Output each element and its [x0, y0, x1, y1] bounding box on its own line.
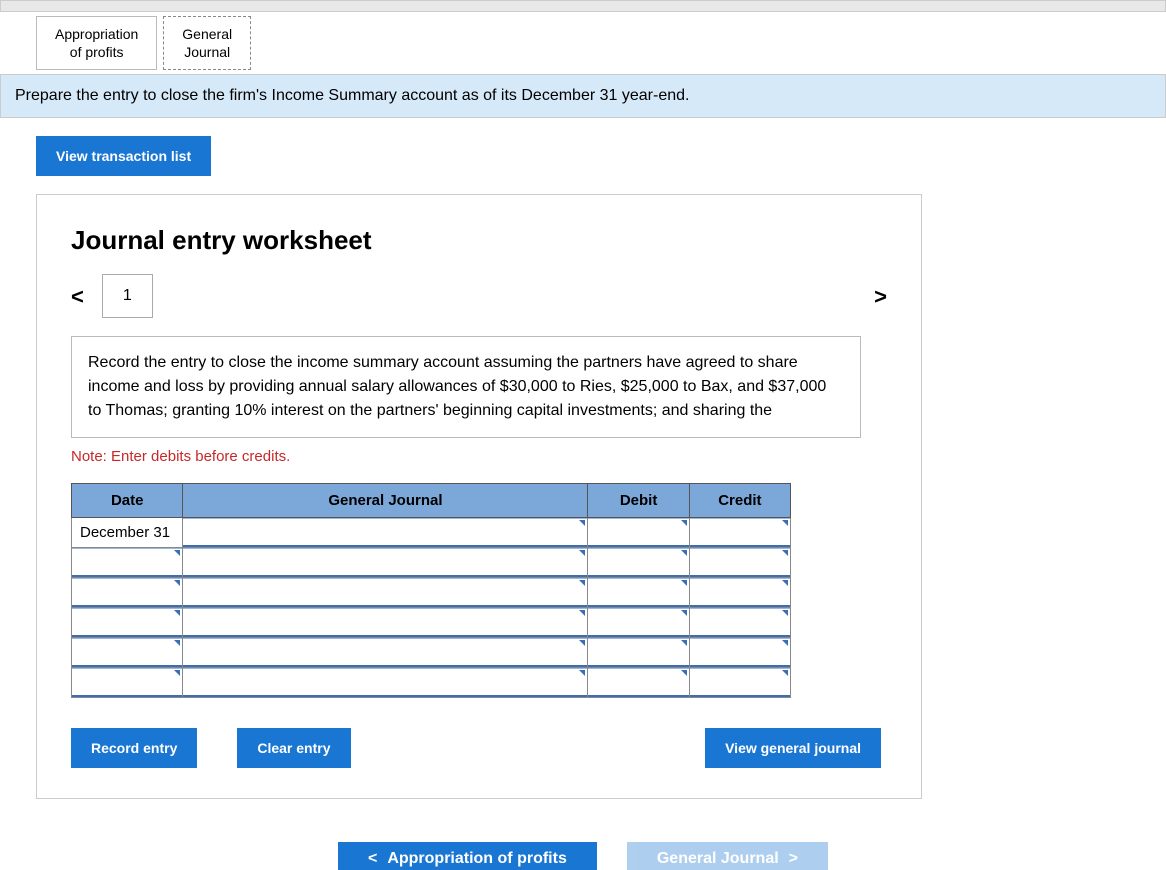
- top-bar: [0, 0, 1166, 12]
- tab-general-journal[interactable]: General Journal: [163, 16, 251, 70]
- cell-debit[interactable]: [588, 578, 689, 608]
- cell-debit[interactable]: [588, 638, 689, 668]
- bottom-next-button[interactable]: General Journal >: [627, 842, 828, 870]
- cell-debit[interactable]: [588, 548, 689, 578]
- header-credit: Credit: [689, 484, 790, 518]
- table-row: [72, 668, 791, 698]
- bottom-next-label: General Journal: [657, 850, 779, 868]
- worksheet-prompt: Record the entry to close the income sum…: [71, 336, 861, 438]
- cell-debit[interactable]: [588, 518, 689, 548]
- worksheet-note: Note: Enter debits before credits.: [71, 448, 887, 465]
- cell-general-journal[interactable]: [183, 518, 588, 548]
- cell-credit[interactable]: [689, 578, 790, 608]
- cell-credit[interactable]: [689, 608, 790, 638]
- cell-date[interactable]: [72, 638, 183, 668]
- view-general-journal-button[interactable]: View general journal: [705, 728, 881, 768]
- next-step-icon[interactable]: >: [874, 274, 887, 310]
- prev-step-icon[interactable]: <: [71, 274, 84, 310]
- header-debit: Debit: [588, 484, 689, 518]
- worksheet-title: Journal entry worksheet: [71, 225, 887, 256]
- bottom-prev-label: Appropriation of profits: [387, 850, 567, 868]
- bottom-prev-button[interactable]: < Appropriation of profits: [338, 842, 597, 870]
- cell-general-journal[interactable]: [183, 668, 588, 698]
- bottom-nav: < Appropriation of profits General Journ…: [0, 842, 1166, 870]
- cell-general-journal[interactable]: [183, 548, 588, 578]
- table-row: [72, 608, 791, 638]
- cell-debit[interactable]: [588, 668, 689, 698]
- cell-general-journal[interactable]: [183, 578, 588, 608]
- cell-date[interactable]: [72, 608, 183, 638]
- cell-date[interactable]: [72, 548, 183, 578]
- chevron-right-icon: >: [789, 850, 798, 868]
- view-transaction-list-button[interactable]: View transaction list: [36, 136, 211, 176]
- cell-credit[interactable]: [689, 548, 790, 578]
- cell-general-journal[interactable]: [183, 608, 588, 638]
- instruction-bar: Prepare the entry to close the firm's In…: [0, 74, 1166, 118]
- table-row: [72, 548, 791, 578]
- tabs-row: Appropriation of profits General Journal: [36, 16, 1166, 70]
- tab-appropriation[interactable]: Appropriation of profits: [36, 16, 157, 70]
- chevron-left-icon: <: [368, 850, 377, 868]
- clear-entry-button[interactable]: Clear entry: [237, 728, 350, 768]
- cell-general-journal[interactable]: [183, 638, 588, 668]
- record-entry-button[interactable]: Record entry: [71, 728, 197, 768]
- cell-debit[interactable]: [588, 608, 689, 638]
- journal-table: Date General Journal Debit Credit Decemb…: [71, 483, 791, 698]
- action-row: Record entry Clear entry View general jo…: [71, 728, 881, 768]
- worksheet-card: Journal entry worksheet < 1 > Record the…: [36, 194, 922, 799]
- cell-credit[interactable]: [689, 638, 790, 668]
- table-row: [72, 638, 791, 668]
- step-indicator[interactable]: 1: [102, 274, 153, 318]
- header-general-journal: General Journal: [183, 484, 588, 518]
- cell-date: December 31: [72, 518, 183, 548]
- cell-date[interactable]: [72, 668, 183, 698]
- cell-date[interactable]: [72, 578, 183, 608]
- cell-credit[interactable]: [689, 518, 790, 548]
- header-date: Date: [72, 484, 183, 518]
- table-row: December 31: [72, 518, 791, 548]
- cell-credit[interactable]: [689, 668, 790, 698]
- table-row: [72, 578, 791, 608]
- worksheet-nav: < 1 >: [71, 274, 887, 318]
